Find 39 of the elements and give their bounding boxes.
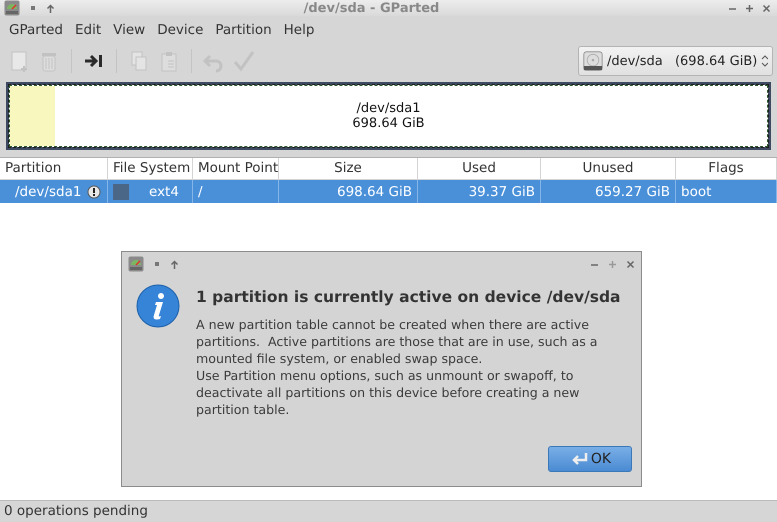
maximize-icon[interactable] (745, 4, 754, 12)
spinner-arrows-icon (761, 55, 768, 67)
partition-block[interactable]: /dev/sda1 698.64 GiB (9, 85, 768, 147)
window-title: /dev/sda - GParted (302, 0, 440, 16)
column-header[interactable]: Flags (676, 158, 777, 180)
table-cell-text: /dev/sda1 (14, 184, 82, 200)
partition-name: /dev/sda1 (356, 101, 420, 116)
partition-size: 698.64 GiB (352, 116, 425, 131)
menu-item[interactable]: Device (151, 22, 210, 38)
app-icon[interactable] (4, 0, 20, 16)
table-cell: 698.64 GiB (336, 184, 412, 200)
up-arrow-icon[interactable] (46, 4, 55, 12)
column-header[interactable]: Partition (0, 158, 108, 180)
column-header[interactable]: Size (279, 158, 418, 180)
info-icon (136, 284, 180, 328)
ok-button[interactable]: OK (548, 446, 632, 472)
column-header[interactable]: Mount Point (193, 158, 279, 180)
dialog-heading: 1 partition is currently active on device /dev/sda (196, 288, 621, 306)
close-icon[interactable] (762, 4, 771, 12)
device-selector[interactable]: /dev/sda (698.64 GiB) (578, 46, 773, 76)
close-icon[interactable] (626, 260, 635, 268)
up-arrow-icon[interactable] (170, 260, 179, 268)
menu-item[interactable]: Edit (69, 22, 108, 38)
menu-item[interactable]: GParted (3, 22, 69, 38)
column-header[interactable]: File System (108, 158, 193, 180)
menu-item[interactable]: Help (278, 22, 320, 38)
menu-item[interactable]: View (107, 22, 152, 38)
menu-item[interactable]: Partition (209, 22, 278, 38)
column-header[interactable]: Used (418, 158, 541, 180)
column-header[interactable]: Unused (541, 158, 676, 180)
app-icon[interactable] (128, 256, 144, 272)
dialog-message: Use Partition menu options, such as unmount or swapoff, to deactivate all partitions on this device before creating a new partition table. (196, 367, 580, 418)
table-cell: / (198, 184, 203, 200)
table-cell: ext4 (149, 184, 179, 200)
status-text: 0 operations pending (4, 503, 148, 519)
table-cell: 39.37 GiB (468, 184, 535, 200)
table-cell: 659.27 GiB (594, 184, 670, 200)
dialog-message: A new partition table cannot be created when there are active partitions. Active partitions are those that are in use, such as a mounted file system, or enabled swap space. (196, 316, 598, 367)
table-cell: boot (681, 184, 712, 200)
